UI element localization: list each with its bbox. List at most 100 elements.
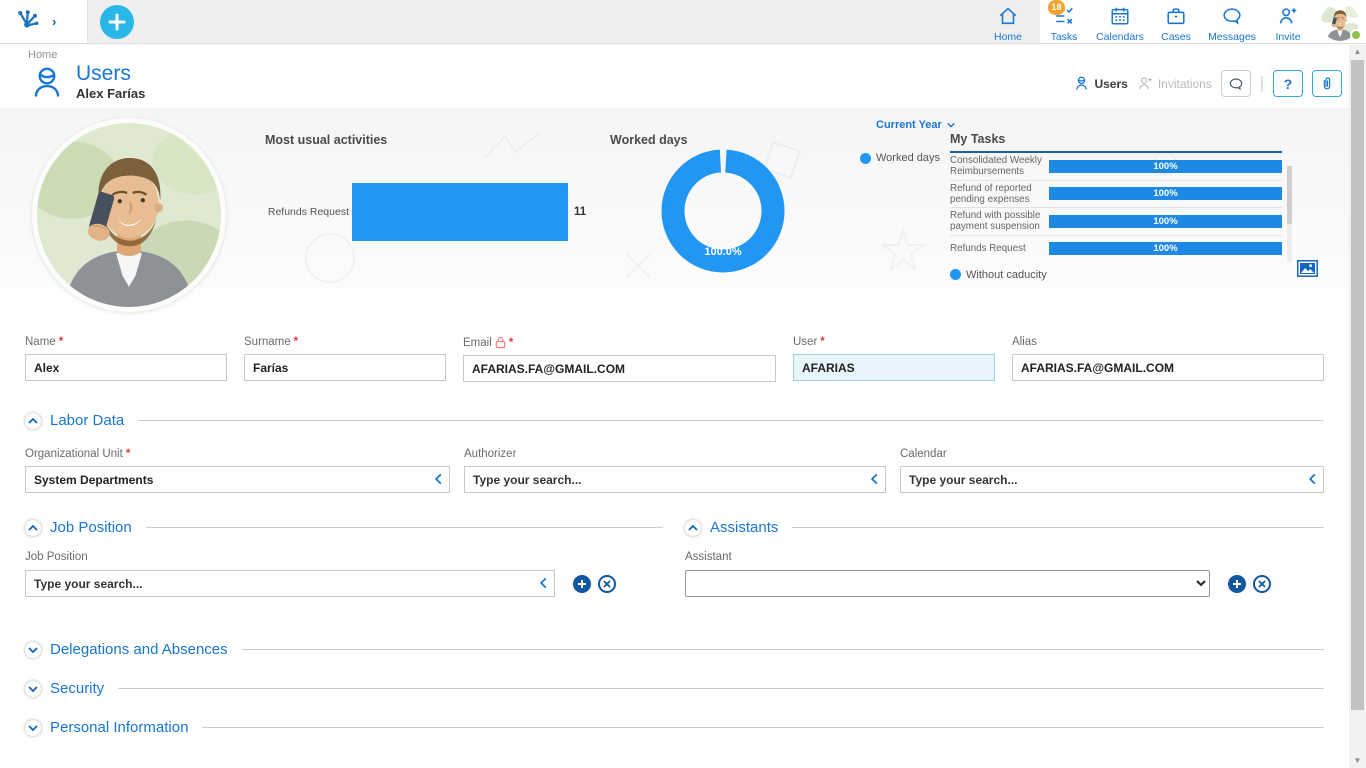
- chevron-left-icon[interactable]: [540, 577, 547, 589]
- nav-item-calendars[interactable]: Calendars: [1096, 2, 1144, 43]
- task-progress-bar[interactable]: 100%: [1049, 242, 1282, 255]
- authorizer-input[interactable]: [464, 466, 886, 493]
- collapse-icon[interactable]: [25, 520, 41, 536]
- period-selector[interactable]: Current Year: [876, 119, 955, 131]
- title-actions: Users Invitations | ?: [1073, 70, 1342, 97]
- email-label: Email *: [463, 336, 776, 349]
- tab-users[interactable]: Users: [1073, 75, 1127, 92]
- email-input[interactable]: [463, 355, 776, 382]
- surname-label: Surname*: [244, 336, 446, 348]
- users-page-icon: [28, 64, 66, 102]
- help-label: ?: [1284, 76, 1293, 92]
- task-label: Refunds Request: [950, 241, 1049, 256]
- org-unit-input[interactable]: [25, 466, 450, 493]
- required-marker: *: [59, 336, 63, 348]
- chevron-left-icon[interactable]: [1309, 473, 1316, 485]
- my-tasks-panel: My Tasks Consolidated Weekly Reimburseme…: [950, 132, 1282, 281]
- section-title: Security: [50, 680, 104, 697]
- section-divider: [242, 649, 1324, 650]
- profile-photo[interactable]: [32, 118, 226, 312]
- field-calendar: Calendar: [900, 448, 1324, 493]
- vertical-scrollbar[interactable]: ▲ ▼: [1349, 45, 1366, 768]
- close-icon: [1258, 580, 1266, 588]
- authorizer-label: Authorizer: [464, 448, 886, 460]
- expand-icon[interactable]: [25, 720, 41, 736]
- alias-input[interactable]: [1012, 354, 1324, 381]
- job-position-label: Job Position: [25, 551, 663, 563]
- name-input[interactable]: [25, 354, 227, 381]
- worked-days-percent: 100.0%: [660, 246, 786, 258]
- main-nav: Home 18 Tasks Calendars: [984, 2, 1312, 43]
- section-title: Assistants: [710, 519, 778, 536]
- nav-item-messages[interactable]: Messages: [1208, 2, 1256, 43]
- scroll-down-arrow[interactable]: ▼: [1349, 754, 1366, 768]
- add-job-position-button[interactable]: [573, 575, 591, 593]
- activities-bar-label: Refunds Request: [265, 206, 349, 218]
- nav-item-tasks[interactable]: 18 Tasks: [1040, 2, 1088, 43]
- scrollbar-thumb[interactable]: [1351, 60, 1364, 710]
- chevron-left-icon[interactable]: [435, 473, 442, 485]
- task-progress-bar[interactable]: 100%: [1049, 215, 1282, 228]
- online-status-dot: [1350, 29, 1362, 41]
- activities-chart: Most usual activities Refunds Request 11: [265, 133, 595, 241]
- worked-days-legend: Worked days: [860, 152, 940, 164]
- assistant-select[interactable]: [685, 570, 1210, 597]
- expand-icon[interactable]: [25, 642, 41, 658]
- scroll-up-arrow[interactable]: ▲: [1349, 45, 1366, 59]
- nav-item-home[interactable]: Home: [984, 2, 1032, 43]
- message-bubble-icon: [1221, 5, 1243, 27]
- page-title: Users: [76, 62, 145, 86]
- breadcrumb[interactable]: Home: [28, 49, 1366, 61]
- section-security: Security: [25, 680, 1324, 697]
- user-input[interactable]: [793, 354, 995, 381]
- tasks-scrollbar[interactable]: [1287, 166, 1292, 262]
- attachments-button[interactable]: [1312, 70, 1342, 97]
- nav-label: Cases: [1152, 31, 1200, 43]
- surname-input[interactable]: [244, 354, 446, 381]
- task-label: Refund with possible payment suspension: [950, 208, 1049, 235]
- dashboard-banner: Most usual activities Refunds Request 11…: [0, 108, 1366, 288]
- alias-label: Alias: [1012, 336, 1324, 348]
- section-divider: [138, 420, 1324, 421]
- calendar-icon: [1109, 5, 1131, 27]
- task-label: Refund of reported pending expenses: [950, 181, 1049, 208]
- task-progress-bar[interactable]: 100%: [1049, 160, 1282, 173]
- section-title: Delegations and Absences: [50, 641, 228, 658]
- job-position-input[interactable]: [25, 570, 555, 597]
- section-title: Labor Data: [50, 412, 124, 429]
- tasks-legend-label: Without caducity: [966, 269, 1047, 281]
- collapse-icon[interactable]: [685, 520, 701, 536]
- section-assistants: Assistants: [685, 519, 1324, 536]
- task-row: Refunds Request 100%: [950, 236, 1282, 262]
- legend-label: Worked days: [876, 152, 940, 164]
- task-progress-bar[interactable]: 100%: [1049, 187, 1282, 200]
- section-divider: [792, 527, 1324, 528]
- add-assistant-button[interactable]: [1228, 575, 1246, 593]
- help-button[interactable]: ?: [1273, 70, 1303, 97]
- remove-job-position-button[interactable]: [598, 575, 616, 593]
- section-labor-data: Labor Data: [25, 412, 1324, 429]
- expand-icon[interactable]: [25, 681, 41, 697]
- change-banner-image-button[interactable]: [1297, 260, 1318, 277]
- remove-assistant-button[interactable]: [1253, 575, 1271, 593]
- field-name: Name*: [25, 336, 227, 382]
- tab-invitations[interactable]: Invitations: [1137, 75, 1212, 92]
- calendar-input[interactable]: [900, 466, 1324, 493]
- invitations-icon: [1137, 75, 1154, 92]
- task-row: Refund with possible payment suspension …: [950, 208, 1282, 236]
- chevron-left-icon[interactable]: [871, 473, 878, 485]
- create-new-button[interactable]: [100, 5, 134, 39]
- worked-days-donut[interactable]: 100.0%: [660, 148, 786, 274]
- comments-button[interactable]: [1221, 70, 1251, 97]
- field-email: Email *: [463, 336, 776, 382]
- activities-bar[interactable]: [352, 183, 568, 241]
- page-subtitle: Alex Farías: [76, 86, 145, 101]
- nav-item-cases[interactable]: Cases: [1152, 2, 1200, 43]
- sidebar-expand-icon[interactable]: ›: [52, 14, 56, 29]
- collapse-icon[interactable]: [25, 413, 41, 429]
- nav-label: Tasks: [1040, 31, 1088, 43]
- nav-item-invite[interactable]: Invite: [1264, 2, 1312, 43]
- app-logo-icon[interactable]: [12, 7, 42, 37]
- field-surname: Surname*: [244, 336, 446, 382]
- required-marker: *: [509, 337, 513, 349]
